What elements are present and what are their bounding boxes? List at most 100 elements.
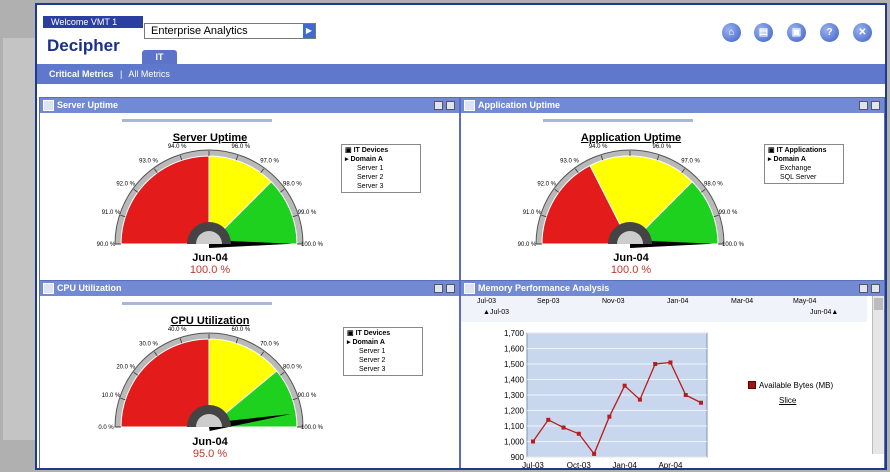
y-tick-label: 1,000: [504, 438, 525, 447]
close-icon[interactable]: ✕: [853, 23, 872, 42]
minimize-icon[interactable]: [434, 101, 443, 110]
gauge-tick-label: 94.0 %: [589, 144, 608, 150]
gauge-value: 95.0 %: [192, 448, 228, 460]
gauge-application-uptime: 90.0 % 91.0 % 92.0 % 93.0 % 94.0 % 95.0 % 96.0…: [518, 142, 745, 248]
tree-item[interactable]: Exchange: [768, 164, 840, 173]
panel-chart-icon[interactable]: [43, 100, 54, 111]
scrollbar-thumb[interactable]: [874, 298, 883, 310]
x-tick-label: Apr-04: [658, 461, 683, 470]
gauge-tick-label: 30.0 %: [139, 342, 158, 348]
x-tick-label: Oct-03: [567, 461, 592, 470]
tree-domain[interactable]: ▸ Domain A: [768, 155, 840, 164]
data-point: [592, 451, 597, 456]
tree-item[interactable]: Server 2: [347, 356, 419, 365]
gauge-tick-label: 20.0 %: [116, 364, 135, 370]
gauge-tick-label: 60.0 %: [231, 327, 250, 333]
application-tree: ▣ IT Applications ▸ Domain A Exchange SQ…: [764, 144, 844, 184]
gauge-tick-label: 100.0 %: [301, 242, 324, 248]
panel-chart-icon[interactable]: [464, 100, 475, 111]
gauge-tick-label: 80.0 %: [283, 364, 302, 370]
timeline-slider[interactable]: [543, 119, 693, 122]
gauge-tick-label: 0.0 %: [98, 425, 114, 431]
gauge-value: 100.0 %: [189, 264, 231, 276]
dashboard-selector-value: Enterprise Analytics: [151, 25, 248, 37]
maximize-icon[interactable]: [871, 101, 880, 110]
nav-all-metrics[interactable]: All Metrics: [128, 69, 170, 79]
left-strip: [3, 38, 35, 440]
x-tick-label: Jul-03: [522, 461, 544, 470]
minimize-icon[interactable]: [859, 101, 868, 110]
home-icon[interactable]: ⌂: [722, 23, 741, 42]
gauge-tick-label: 97.0 %: [260, 159, 279, 165]
maximize-icon[interactable]: [446, 101, 455, 110]
gauge-tick-label: 93.0 %: [139, 159, 158, 165]
minimize-icon[interactable]: [434, 284, 443, 293]
maximize-icon[interactable]: [446, 284, 455, 293]
welcome-label: Welcome VMT 1: [43, 16, 143, 28]
tab-it[interactable]: IT: [142, 50, 177, 65]
timeline-slider[interactable]: [122, 302, 272, 305]
tree-item[interactable]: Server 3: [347, 365, 419, 374]
nav-critical-metrics[interactable]: Critical Metrics: [49, 69, 114, 79]
panel-header: CPU Utilization: [40, 281, 459, 296]
y-tick-label: 1,200: [504, 407, 525, 416]
tree-header[interactable]: ▣ IT Devices: [347, 329, 419, 338]
gauge-value: 100.0 %: [610, 264, 652, 276]
metrics-nav: Critical Metrics | All Metrics: [37, 64, 885, 84]
data-point: [576, 431, 581, 436]
brand-logo: Decipher: [47, 36, 120, 55]
panel-chart-icon[interactable]: [43, 283, 54, 294]
gauge-tick-label: 95.0 %: [200, 142, 219, 145]
print-icon[interactable]: ▣: [787, 23, 806, 42]
panel-server-uptime: Server Uptime Server Uptime 90.0 % 91.0 %…: [39, 97, 460, 281]
help-icon[interactable]: ?: [820, 23, 839, 42]
tree-item[interactable]: SQL Server: [768, 173, 840, 182]
gauge-date: Jun-04: [192, 436, 228, 448]
gauge-server-uptime: 90.0 % 91.0 % 92.0 % 93.0 % 94.0 % 95.0 % 96.0…: [97, 142, 324, 248]
reports-icon[interactable]: ▤: [754, 23, 773, 42]
data-point: [683, 393, 688, 397]
y-tick-label: 1,100: [504, 422, 525, 431]
gauge-tick-label: 96.0 %: [231, 144, 250, 150]
slice-link[interactable]: Slice: [779, 396, 796, 405]
timeline-slider[interactable]: [122, 119, 272, 122]
device-tree: ▣ IT Devices ▸ Domain A Server 1 Server …: [341, 144, 421, 193]
gauge-tick-label: 70.0 %: [260, 342, 279, 348]
gauge-tick-label: 99.0 %: [298, 210, 317, 216]
gauge-tick-label: 50.0 %: [200, 325, 219, 328]
dropdown-arrow-icon[interactable]: ▶: [303, 24, 315, 38]
gauge-tick-label: 98.0 %: [283, 181, 302, 187]
gauge-tick-label: 99.0 %: [719, 210, 738, 216]
gauge-date: Jun-04: [192, 252, 228, 264]
data-point: [699, 400, 703, 405]
data-point: [546, 417, 551, 422]
gauge-cpu-utilization: 0.0 % 10.0 % 20.0 % 30.0 % 40.0 % 50.0 % 60.0 …: [98, 325, 324, 431]
y-tick-label: 1,500: [504, 360, 525, 369]
gauge-tick-label: 98.0 %: [704, 181, 723, 187]
app-window: Welcome VMT 1 Decipher Enterprise Analyt…: [35, 3, 887, 470]
dashboard-selector[interactable]: Enterprise Analytics ▶: [144, 23, 316, 39]
data-point: [531, 439, 535, 444]
y-tick-label: 1,700: [504, 329, 525, 338]
data-point: [622, 383, 627, 388]
vertical-scrollbar[interactable]: [872, 296, 884, 454]
tree-domain[interactable]: ▸ Domain A: [345, 155, 417, 164]
gauge-tick-label: 92.0 %: [537, 181, 556, 187]
tree-header[interactable]: ▣ IT Devices: [345, 146, 417, 155]
x-tick-label: Jan-04: [612, 461, 637, 470]
gauge-tick-label: 96.0 %: [652, 144, 671, 150]
legend-swatch: [748, 381, 756, 389]
gauge-tick-label: 92.0 %: [116, 181, 135, 187]
data-point: [653, 362, 658, 366]
tree-item[interactable]: Server 1: [345, 164, 417, 173]
tree-item[interactable]: Server 3: [345, 182, 417, 191]
tree-item[interactable]: Server 1: [347, 347, 419, 356]
tree-domain[interactable]: ▸ Domain A: [347, 338, 419, 347]
gauge-tick-label: 97.0 %: [681, 159, 700, 165]
gauge-tick-label: 100.0 %: [301, 425, 324, 431]
gauge-tick-label: 10.0 %: [102, 393, 121, 399]
tree-header[interactable]: ▣ IT Applications: [768, 146, 840, 155]
gauge-tick-label: 91.0 %: [102, 210, 121, 216]
tree-item[interactable]: Server 2: [345, 173, 417, 182]
gauge-tick-label: 91.0 %: [523, 210, 542, 216]
